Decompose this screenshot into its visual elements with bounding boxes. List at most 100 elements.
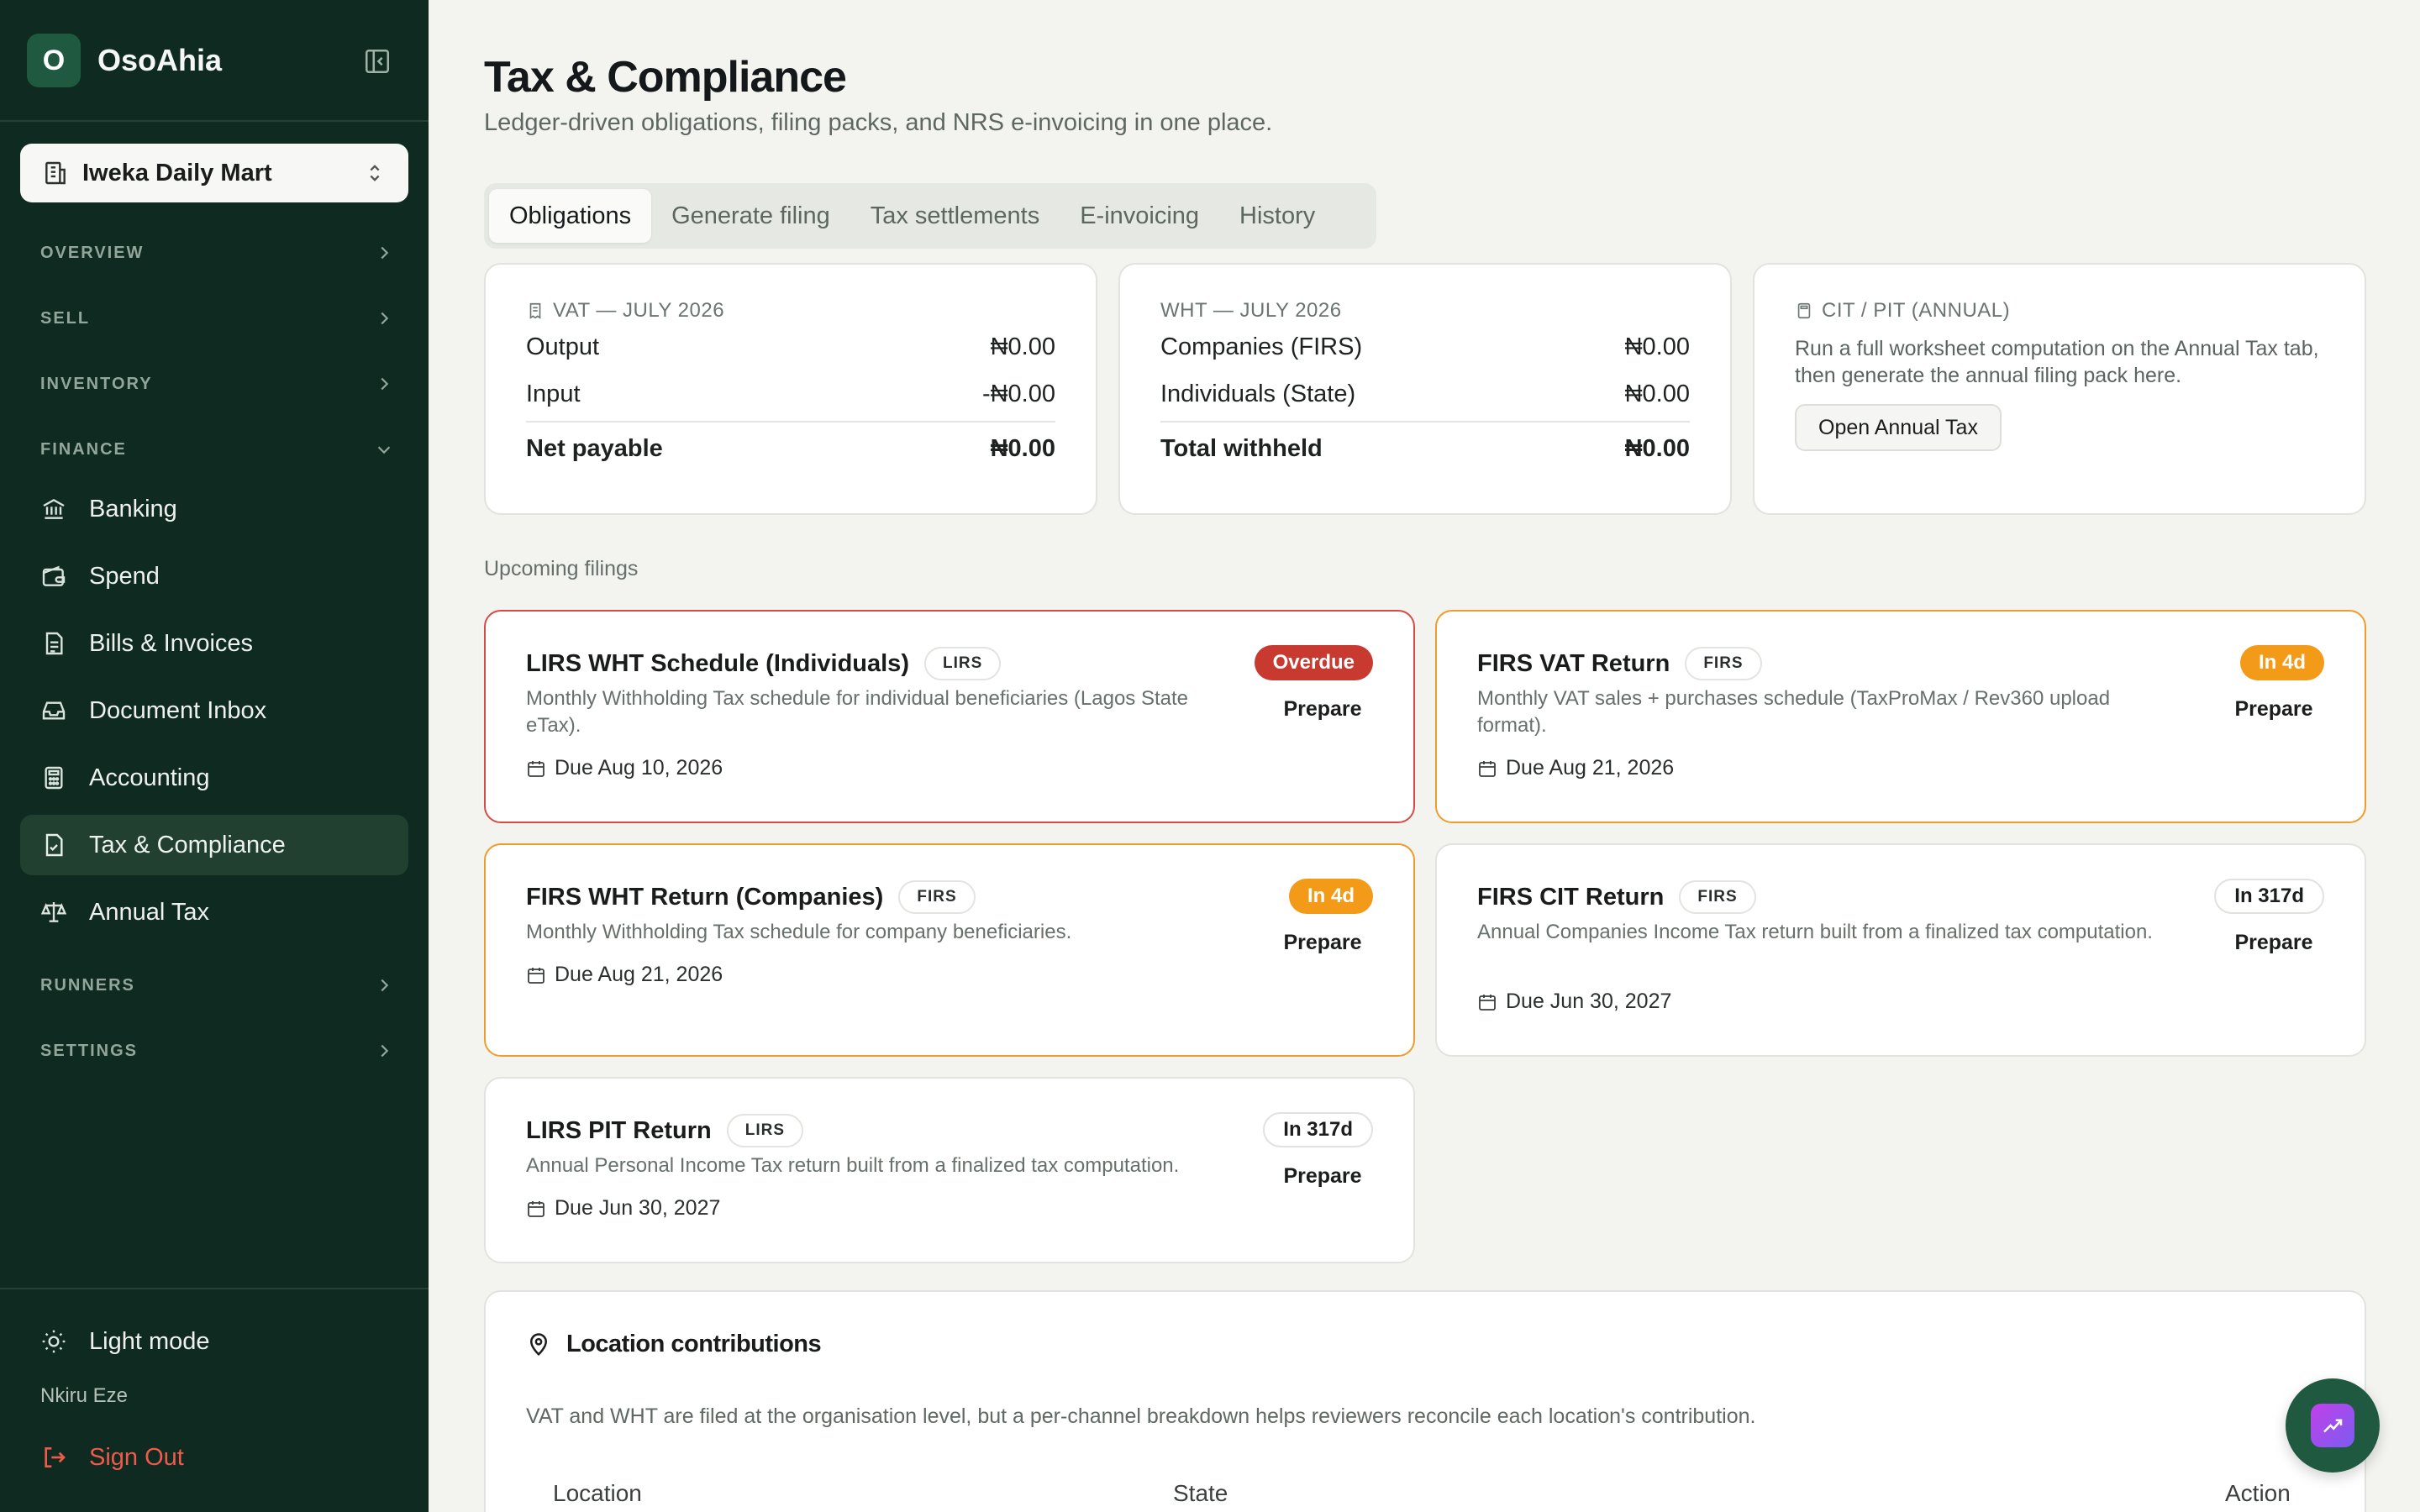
sidebar-item-banking[interactable]: Banking (20, 479, 408, 539)
column-header-location[interactable]: Location (553, 1480, 642, 1507)
chevron-right-icon (375, 309, 393, 328)
row-value: ₦0.00 (990, 333, 1055, 360)
vat-input-row: Input -₦0.00 (526, 370, 1055, 417)
tab-bar: Obligations Generate filing Tax settleme… (484, 183, 1376, 249)
location-contributions-card: Location contributions VAT and WHT are f… (484, 1290, 2366, 1512)
calendar-icon (1477, 759, 1497, 779)
prepare-button[interactable]: Prepare (1272, 1164, 1373, 1189)
filing-description: Monthly VAT sales + purchases schedule (… (1477, 687, 2111, 737)
filing-due-date: Due Aug 21, 2026 (526, 963, 723, 987)
tab-generate-filing[interactable]: Generate filing (651, 189, 850, 243)
chevron-right-icon (375, 976, 393, 995)
filing-title: FIRS CIT Return (1477, 883, 1665, 911)
sidebar-item-label: Banking (89, 495, 177, 522)
wht-companies-row: Companies (FIRS) ₦0.00 (1160, 323, 1690, 370)
filing-description: Monthly Withholding Tax schedule for com… (526, 921, 1072, 943)
sidebar-item-label: Spend (89, 562, 160, 590)
sidebar-item-tax-compliance[interactable]: Tax & Compliance (20, 815, 408, 875)
prepare-button[interactable]: Prepare (2223, 931, 2324, 955)
brand-logo: O (27, 34, 81, 87)
sidebar-item-label: Document Inbox (89, 696, 267, 724)
row-value: ₦0.00 (1624, 380, 1690, 407)
calendar-icon (526, 759, 546, 779)
sign-out-icon (40, 1444, 67, 1471)
row-value: ₦0.00 (1624, 434, 1690, 462)
status-badge: In 317d (2214, 879, 2324, 914)
user-name: Nkiru Eze (40, 1384, 129, 1407)
section-runners[interactable]: RUNNERS (40, 969, 393, 1002)
organization-select[interactable]: Iweka Daily Mart (20, 144, 408, 202)
authority-tag: LIRS (726, 1114, 804, 1147)
open-annual-tax-button[interactable]: Open Annual Tax (1795, 404, 2002, 451)
due-text: Due Aug 21, 2026 (555, 963, 723, 986)
calendar-icon (526, 1199, 546, 1219)
inbox-icon (40, 697, 67, 724)
filing-card[interactable]: LIRS PIT Return LIRS Annual Personal Inc… (484, 1077, 1415, 1263)
calculator-icon (40, 764, 67, 791)
filing-due-date: Due Aug 21, 2026 (1477, 756, 1674, 780)
vat-summary-card: VAT — JULY 2026 Output ₦0.00 Input -₦0.0… (484, 263, 1097, 515)
wallet-icon (40, 563, 67, 590)
wht-summary-card: WHT — JULY 2026 Companies (FIRS) ₦0.00 I… (1118, 263, 1732, 515)
trend-chart-icon (2311, 1404, 2354, 1447)
row-label: Input (526, 380, 581, 407)
tab-obligations[interactable]: Obligations (489, 189, 652, 243)
filing-card[interactable]: FIRS CIT Return FIRS Annual Companies In… (1435, 843, 2366, 1057)
sidebar-item-document-inbox[interactable]: Document Inbox (20, 680, 408, 741)
authority-tag: FIRS (1685, 647, 1762, 680)
row-label: Companies (FIRS) (1160, 333, 1363, 360)
tab-e-invoicing[interactable]: E-invoicing (1060, 189, 1219, 243)
sign-out-button[interactable]: Sign Out (40, 1441, 184, 1474)
row-value: ₦0.00 (1624, 333, 1690, 360)
bank-icon (40, 496, 67, 522)
column-header-action[interactable]: Action (2225, 1480, 2291, 1507)
filing-description: Annual Companies Income Tax return built… (1477, 921, 2153, 943)
sign-out-label: Sign Out (89, 1443, 184, 1471)
building-icon (42, 160, 69, 186)
sidebar-item-accounting[interactable]: Accounting (20, 748, 408, 808)
filing-card[interactable]: LIRS WHT Schedule (Individuals) LIRS Mon… (484, 610, 1415, 823)
sun-icon (40, 1328, 67, 1355)
receipt-icon (526, 302, 544, 320)
filing-card[interactable]: FIRS VAT Return FIRS Monthly VAT sales +… (1435, 610, 2366, 823)
location-contributions-description: VAT and WHT are filed at the organisatio… (526, 1404, 1756, 1428)
prepare-button[interactable]: Prepare (2223, 697, 2324, 722)
filing-due-date: Due Jun 30, 2027 (1477, 990, 1671, 1014)
sidebar-item-annual-tax[interactable]: Annual Tax (20, 882, 408, 942)
status-badge: In 317d (1263, 1112, 1373, 1147)
section-sell[interactable]: SELL (40, 302, 393, 335)
calendar-icon (1477, 992, 1497, 1012)
sidebar-item-label: Tax & Compliance (89, 831, 286, 858)
section-label: INVENTORY (40, 374, 153, 393)
column-header-state[interactable]: State (1173, 1480, 1228, 1507)
filing-card[interactable]: FIRS WHT Return (Companies) FIRS Monthly… (484, 843, 1415, 1057)
section-label: SELL (40, 308, 91, 328)
section-settings[interactable]: SETTINGS (40, 1034, 393, 1068)
sidebar-item-bills-invoices[interactable]: Bills & Invoices (20, 613, 408, 674)
collapse-sidebar-icon[interactable] (363, 47, 392, 76)
sidebar-item-spend[interactable]: Spend (20, 546, 408, 606)
map-pin-icon (526, 1332, 551, 1357)
row-label: Output (526, 333, 600, 360)
prepare-button[interactable]: Prepare (1272, 931, 1373, 955)
row-value: ₦0.00 (990, 434, 1055, 462)
assistant-fab[interactable] (2286, 1378, 2380, 1473)
section-overview[interactable]: OVERVIEW (40, 236, 393, 270)
tab-history[interactable]: History (1219, 189, 1335, 243)
filing-description: Monthly Withholding Tax schedule for ind… (526, 687, 1189, 737)
sidebar-divider (0, 120, 429, 122)
prepare-button[interactable]: Prepare (1272, 697, 1373, 722)
sidebar-item-label: Annual Tax (89, 898, 209, 926)
filing-due-date: Due Aug 10, 2026 (526, 756, 723, 780)
section-inventory[interactable]: INVENTORY (40, 367, 393, 401)
upcoming-filings-label: Upcoming filings (484, 557, 639, 580)
filing-due-date: Due Jun 30, 2027 (526, 1196, 720, 1221)
chevron-right-icon (375, 244, 393, 262)
brand[interactable]: O OsoAhia (27, 34, 222, 87)
tab-tax-settlements[interactable]: Tax settlements (850, 189, 1060, 243)
light-mode-toggle[interactable]: Light mode (40, 1323, 210, 1360)
due-text: Due Jun 30, 2027 (555, 1196, 721, 1220)
authority-tag: LIRS (923, 647, 1002, 680)
status-badge: In 4d (2239, 645, 2324, 680)
section-finance[interactable]: FINANCE (40, 433, 393, 466)
